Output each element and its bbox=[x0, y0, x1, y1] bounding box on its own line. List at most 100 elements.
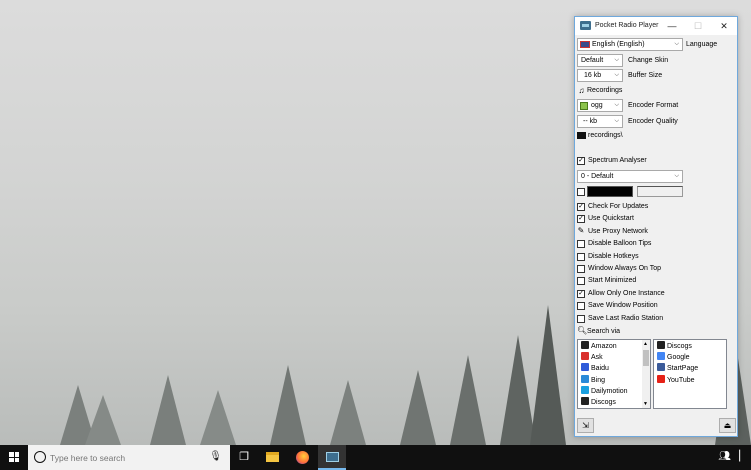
option-label: Disable Balloon Tips bbox=[588, 240, 652, 248]
search-engine-label: Dailymotion bbox=[591, 387, 628, 395]
search-engine-label: Discogs bbox=[667, 343, 692, 350]
list-item[interactable]: Ask bbox=[581, 352, 603, 363]
option-checkbox[interactable] bbox=[577, 265, 585, 273]
buffer-size-label: Buffer Size bbox=[628, 72, 663, 79]
windows-logo-icon bbox=[9, 452, 19, 462]
minimize-button[interactable]: — bbox=[663, 19, 681, 33]
list-item[interactable]: Bing bbox=[581, 374, 606, 386]
close-button[interactable]: ✕ bbox=[715, 19, 733, 33]
search-engine-label: Google bbox=[667, 354, 690, 362]
list-item[interactable]: Dailymotion bbox=[581, 385, 628, 397]
pocket-radio-taskbar-icon[interactable] bbox=[318, 445, 346, 470]
chevron-down-icon: ⌵ bbox=[674, 173, 679, 179]
color-swatch[interactable] bbox=[587, 186, 633, 197]
option-label: Window Always On Top bbox=[588, 265, 662, 272]
list-item[interactable]: Discogs bbox=[657, 341, 692, 352]
uk-flag-icon bbox=[580, 41, 590, 48]
search-icon: 🔍︎ bbox=[577, 326, 588, 335]
list-item[interactable]: Baidu bbox=[581, 363, 609, 374]
list-item[interactable]: StartPage bbox=[657, 363, 698, 374]
taskbar-search-input[interactable] bbox=[50, 451, 200, 464]
option-label: Disable Hotkeys bbox=[588, 252, 639, 260]
start-button[interactable] bbox=[0, 445, 28, 470]
option-checkbox[interactable] bbox=[577, 314, 585, 323]
radio-app-icon bbox=[580, 21, 591, 30]
tree-silhouette bbox=[450, 355, 486, 445]
eject-button[interactable]: ⏏ bbox=[719, 418, 736, 433]
chevron-down-icon: ⌵ bbox=[614, 57, 619, 63]
option-label: Save Window Position bbox=[588, 302, 658, 310]
search-engine-label: Baidu bbox=[591, 365, 609, 373]
taskbar-search[interactable]: 🎙︎ bbox=[28, 445, 230, 470]
color-checkbox[interactable] bbox=[577, 188, 585, 196]
list-item[interactable]: Amazon bbox=[581, 341, 617, 352]
spectrum-mode-select[interactable]: 0 - Default ⌵ bbox=[577, 170, 683, 183]
recordings-label: Recordings bbox=[587, 87, 623, 94]
search-engine-icon bbox=[581, 397, 589, 405]
option-checkbox[interactable]: ✓ bbox=[577, 289, 585, 298]
tree-silhouette bbox=[330, 380, 366, 445]
chevron-down-icon: ⌵ bbox=[614, 118, 619, 124]
tree-silhouette bbox=[85, 395, 121, 445]
search-engine-icon bbox=[657, 341, 665, 349]
pocket-radio-window: Pocket Radio Player — ☐ ✕ English (Engli… bbox=[574, 16, 738, 437]
buffer-size-value: 16 kb bbox=[584, 72, 602, 79]
scroll-up-icon[interactable]: ▲ bbox=[643, 341, 648, 347]
spectrum-analyser-label: Spectrum Analyser bbox=[588, 157, 647, 164]
list-item[interactable]: YouTube bbox=[657, 374, 695, 386]
search-engine-icon bbox=[581, 363, 589, 372]
show-desktop-button[interactable]: ▏ bbox=[739, 451, 747, 462]
tree-silhouette bbox=[530, 305, 566, 445]
search-engine-label: YouTube bbox=[667, 376, 695, 384]
skin-value: Default bbox=[581, 57, 604, 64]
people-icon[interactable]: 👥︎ bbox=[718, 451, 731, 462]
search-engine-label: Bing bbox=[591, 376, 606, 384]
option-checkbox[interactable] bbox=[577, 240, 585, 249]
option-checkbox[interactable] bbox=[577, 252, 585, 261]
encoder-format-select[interactable]: ogg ⌵ bbox=[577, 99, 623, 112]
scroll-down-icon[interactable]: ▼ bbox=[643, 401, 648, 407]
search-engine-icon bbox=[657, 363, 665, 372]
search-engines-available-list[interactable]: Amazon Ask Baidu Bing Dailymotion Discogs ▲ ▼ bbox=[577, 339, 651, 409]
change-skin-label: Change Skin bbox=[628, 57, 669, 64]
encoder-format-value: ogg bbox=[591, 102, 603, 109]
taskbar: 🎙︎ ❐ 👥︎ ▏ bbox=[0, 445, 751, 470]
microphone-icon[interactable]: 🎙︎ bbox=[209, 451, 222, 462]
list-item[interactable]: Google bbox=[657, 352, 690, 363]
recordings-path[interactable]: recordings\ bbox=[588, 131, 623, 140]
skin-select[interactable]: Default ⌵ bbox=[577, 54, 623, 67]
color-picker-field[interactable] bbox=[637, 186, 683, 197]
file-explorer-icon[interactable] bbox=[258, 445, 286, 470]
language-select[interactable]: English (English) ⌵ bbox=[577, 38, 683, 51]
firefox-icon[interactable] bbox=[288, 445, 316, 470]
option-checkbox[interactable]: ✓ bbox=[577, 215, 585, 224]
scrollbar-thumb[interactable] bbox=[643, 350, 649, 366]
option-label: Start Minimized bbox=[588, 277, 637, 285]
search-engine-icon bbox=[581, 341, 589, 349]
option-label: Use Proxy Network bbox=[588, 227, 648, 235]
tree-silhouette bbox=[270, 365, 306, 445]
chevron-down-icon: ⌵ bbox=[614, 102, 619, 108]
scrollbar[interactable]: ▲ ▼ bbox=[642, 340, 650, 408]
encoder-quality-select[interactable]: -- kb ⌵ bbox=[577, 115, 623, 128]
maximize-button[interactable]: ☐ bbox=[689, 19, 707, 33]
tree-silhouette bbox=[200, 390, 236, 445]
spectrum-analyser-checkbox[interactable]: ✓ bbox=[577, 157, 585, 165]
window-title: Pocket Radio Player bbox=[595, 22, 659, 29]
encoder-quality-value: -- kb bbox=[583, 118, 597, 125]
proxy-icon[interactable]: ✎ bbox=[577, 226, 585, 236]
task-view-icon[interactable]: ❐ bbox=[230, 445, 258, 470]
list-item[interactable]: Discogs bbox=[581, 397, 616, 408]
encoder-format-label: Encoder Format bbox=[628, 102, 679, 109]
option-checkbox[interactable]: ✓ bbox=[577, 203, 585, 211]
title-bar[interactable]: Pocket Radio Player — ☐ ✕ bbox=[575, 17, 737, 35]
option-label: Save Last Radio Station bbox=[588, 314, 664, 322]
search-engine-icon bbox=[581, 374, 589, 383]
search-engine-label: Amazon bbox=[591, 343, 617, 350]
buffer-size-select[interactable]: 16 kb ⌵ bbox=[577, 69, 623, 82]
option-checkbox[interactable] bbox=[577, 302, 585, 311]
search-engine-label: Discogs bbox=[591, 399, 616, 406]
arrange-button[interactable]: ⇲ bbox=[577, 418, 594, 433]
search-engines-selected-list[interactable]: Discogs Google StartPage YouTube bbox=[653, 339, 727, 409]
option-checkbox[interactable] bbox=[577, 277, 585, 286]
